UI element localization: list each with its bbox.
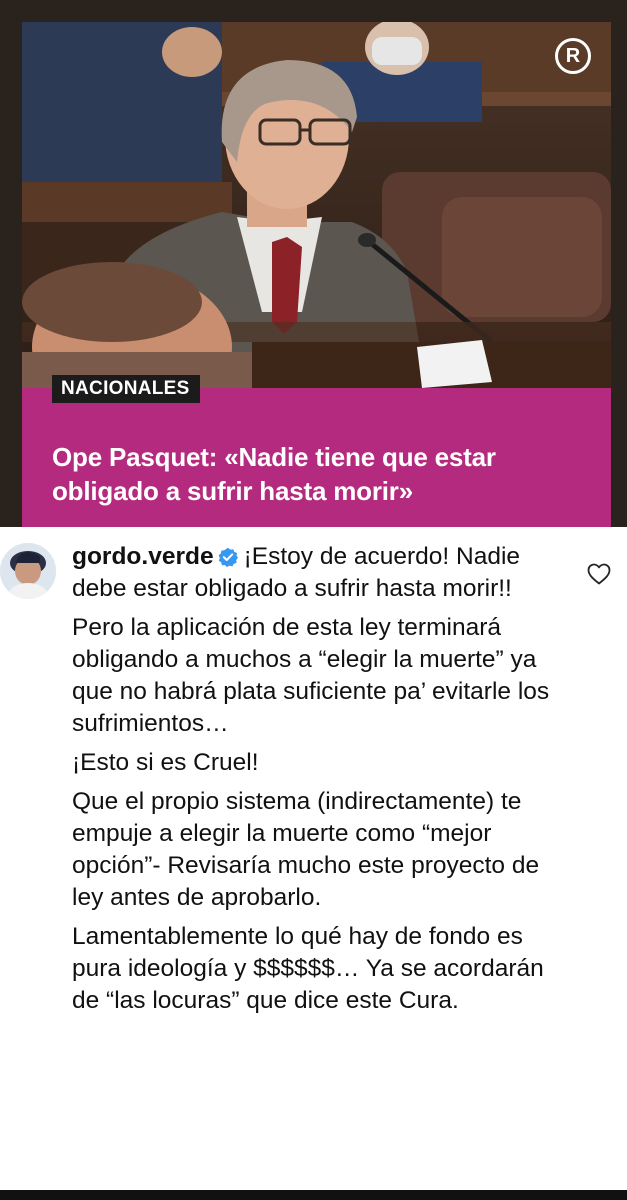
post-image-frame: R NACIONALES Ope Pasquet: «Nadie tiene q…	[0, 0, 627, 527]
post-headline: Ope Pasquet: «Nadie tiene que estar obli…	[52, 442, 496, 506]
comment-username[interactable]: gordo.verde	[72, 543, 214, 570]
heart-icon[interactable]	[587, 563, 611, 585]
comment-body: gordo.verde ¡Estoy de acuerdo! Nadie debe…	[72, 541, 552, 1024]
bottom-bar	[0, 1190, 627, 1200]
comment: gordo.verde ¡Estoy de acuerdo! Nadie debe…	[0, 527, 627, 1187]
news-photo: R	[22, 22, 611, 388]
r-logo-icon: R	[555, 38, 591, 74]
verified-badge-icon	[218, 547, 238, 567]
avatar[interactable]	[0, 543, 56, 599]
section-tag: NACIONALES	[52, 375, 200, 403]
comment-text-2: Pero la aplicación de esta ley terminará…	[72, 614, 550, 737]
news-post-card[interactable]: R NACIONALES Ope Pasquet: «Nadie tiene q…	[22, 22, 611, 527]
comment-text-5: Lamentablemente lo qué hay de fondo es p…	[72, 923, 544, 1014]
comment-paragraph: gordo.verde ¡Estoy de acuerdo! Nadie debe…	[72, 541, 552, 605]
comment-text-3: ¡Esto si es Cruel!	[72, 749, 259, 776]
comment-text-4: Que el propio sistema (indirectamente) t…	[72, 788, 540, 911]
avatar-image	[0, 543, 56, 599]
parliament-photo	[22, 22, 611, 388]
